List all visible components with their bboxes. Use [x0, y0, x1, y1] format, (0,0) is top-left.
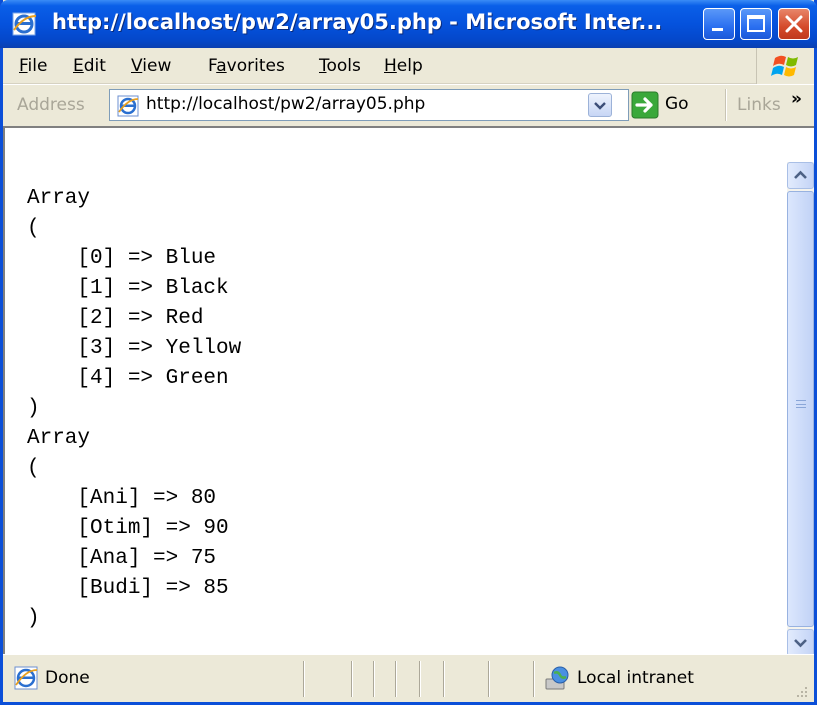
ie-page-icon — [14, 666, 38, 690]
page-body: Array ( [0] => Blue [1] => Black [2] => … — [27, 184, 767, 634]
chevron-down-icon — [794, 639, 807, 648]
status-separator — [533, 661, 535, 697]
scroll-thumb[interactable] — [787, 191, 814, 627]
menu-favorites[interactable]: Favorites — [208, 56, 285, 76]
ie-icon — [12, 12, 37, 36]
close-icon — [785, 15, 803, 33]
window-title: http://localhost/pw2/array05.php - Micro… — [52, 10, 663, 34]
green-arrow-icon — [631, 91, 659, 119]
output-line: ( — [27, 217, 40, 240]
address-field[interactable]: http://localhost/pw2/array05.php — [109, 89, 629, 121]
menu-bar: File Edit View Favorites Tools Help — [3, 48, 814, 84]
address-bar: Address http://localhost/pw2/array05.php… — [3, 84, 814, 126]
go-button[interactable]: Go — [631, 89, 711, 121]
close-button[interactable] — [778, 8, 810, 40]
status-separator — [395, 661, 397, 697]
address-dropdown-button[interactable] — [588, 93, 612, 117]
maximize-icon — [747, 15, 765, 32]
status-separator — [419, 661, 421, 697]
maximize-button[interactable] — [740, 8, 772, 40]
go-label: Go — [665, 94, 689, 114]
output-line: [Budi] => 85 — [27, 577, 229, 600]
output-line: Array — [27, 427, 91, 450]
output-line: [2] => Red — [27, 307, 204, 330]
address-label: Address — [17, 95, 85, 115]
scroll-down-button[interactable] — [787, 629, 814, 656]
output-line: ) — [27, 397, 40, 420]
menu-file[interactable]: File — [19, 56, 47, 76]
status-separator — [488, 661, 490, 697]
output-line: [Ani] => 80 — [27, 487, 217, 510]
resize-grip-icon[interactable] — [793, 683, 809, 699]
status-bar: Done Local intranet — [3, 654, 814, 702]
output-line: ) — [27, 607, 40, 630]
links-chevron-icon[interactable]: » — [791, 89, 802, 109]
chevron-down-icon — [594, 102, 606, 110]
links-label[interactable]: Links — [737, 95, 781, 115]
links-separator — [725, 89, 727, 121]
minimize-icon — [712, 28, 723, 31]
status-separator — [303, 661, 305, 697]
output-line: [0] => Blue — [27, 247, 217, 270]
browser-window: http://localhost/pw2/array05.php - Micro… — [0, 0, 817, 705]
output-line: [1] => Black — [27, 277, 229, 300]
intranet-globe-icon — [545, 666, 569, 690]
title-bar[interactable]: http://localhost/pw2/array05.php - Micro… — [0, 0, 817, 48]
chevron-up-icon — [794, 170, 807, 179]
menu-tools[interactable]: Tools — [319, 56, 361, 76]
scroll-up-button[interactable] — [787, 162, 814, 189]
zone-text: Local intranet — [577, 668, 694, 688]
scroll-grip-icon — [796, 400, 806, 408]
output-line: [4] => Green — [27, 367, 229, 390]
vertical-scrollbar[interactable] — [787, 162, 814, 656]
menu-edit[interactable]: Edit — [73, 56, 106, 76]
status-separator — [351, 661, 353, 697]
output-line: [Ana] => 75 — [27, 547, 217, 570]
menu-help[interactable]: Help — [384, 56, 423, 76]
output-line: [Otim] => 90 — [27, 517, 229, 540]
page-content: Array ( [0] => Blue [1] => Black [2] => … — [3, 126, 814, 656]
status-text: Done — [45, 668, 90, 688]
status-separator — [443, 661, 445, 697]
address-url[interactable]: http://localhost/pw2/array05.php — [146, 94, 425, 114]
menu-view[interactable]: View — [131, 56, 171, 76]
output-line: [3] => Yellow — [27, 337, 242, 360]
output-line: ( — [27, 457, 40, 480]
ie-page-icon — [117, 95, 139, 117]
output-line: Array — [27, 187, 91, 210]
windows-flag-icon — [771, 55, 798, 77]
status-separator — [373, 661, 375, 697]
windows-flag-logo — [756, 48, 814, 84]
minimize-button[interactable] — [703, 8, 735, 40]
